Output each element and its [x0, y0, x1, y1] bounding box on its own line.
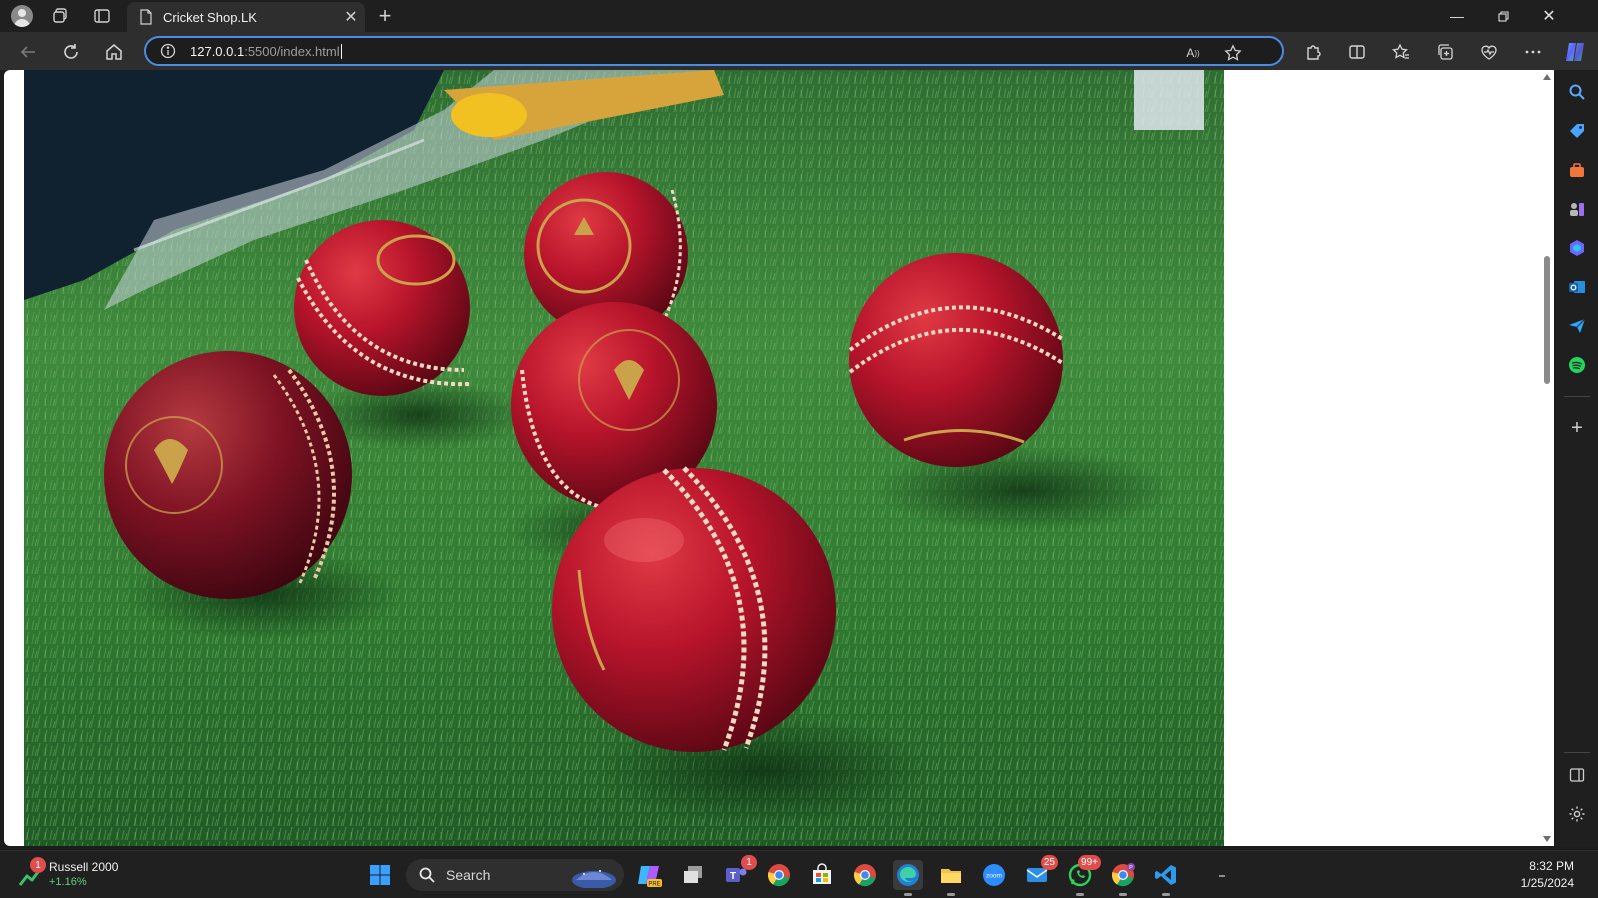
sidebar-divider — [1564, 396, 1590, 397]
extensions-icon[interactable] — [1300, 39, 1326, 65]
search-icon[interactable] — [1565, 80, 1589, 104]
microsoft-365-icon[interactable] — [1565, 236, 1589, 260]
edge-browser-icon[interactable] — [893, 860, 923, 896]
whatsapp-icon[interactable]: 99+ — [1065, 855, 1101, 896]
address-bar[interactable]: 127.0.0.1:5500/index.html A)) — [144, 36, 1284, 66]
games-icon[interactable] — [1565, 197, 1589, 221]
zoom-icon[interactable]: zoom — [979, 860, 1009, 890]
svg-text:T: T — [730, 871, 736, 882]
search-label: Search — [446, 867, 491, 883]
new-tab-icon[interactable]: + — [373, 3, 397, 28]
profile-icon[interactable] — [10, 4, 34, 28]
tools-icon[interactable] — [1565, 158, 1589, 182]
favorite-star-icon[interactable] — [1222, 42, 1244, 64]
edge-sidebar: + — [1556, 70, 1598, 846]
browser-titlebar: Cricket Shop.LK ✕ + — ✕ — [0, 0, 1598, 32]
running-indicator — [1162, 893, 1170, 896]
windows-taskbar: 1 Russell 2000 +1.16% Search PRE T 1 zoo… — [0, 850, 1598, 898]
collections-icon[interactable] — [1432, 39, 1458, 65]
clock-time: 8:32 PM — [1529, 859, 1574, 873]
whatsapp-badge: 99+ — [1078, 855, 1101, 870]
search-highlight-art — [572, 870, 616, 888]
tab-actions-icon[interactable] — [90, 4, 114, 28]
system-clock[interactable]: 8:32 PM 1/25/2024 — [1521, 858, 1574, 892]
hide-sidebar-icon[interactable] — [1565, 763, 1589, 787]
hero-image — [24, 70, 1224, 846]
restore-button[interactable] — [1480, 0, 1526, 32]
favorites-icon[interactable] — [1388, 39, 1414, 65]
chrome-profile-p-icon[interactable]: P — [1108, 860, 1138, 896]
svg-text:zoom: zoom — [986, 873, 1002, 880]
split-screen-icon[interactable] — [1344, 39, 1370, 65]
read-aloud-icon[interactable]: A)) — [1182, 42, 1204, 64]
mail-badge: 25 — [1040, 855, 1058, 870]
taskbar-search[interactable]: Search — [406, 859, 624, 891]
scroll-up-arrow[interactable] — [1543, 74, 1551, 80]
teams-badge: 1 — [741, 855, 757, 870]
active-app-indicator — [904, 893, 912, 896]
scroll-down-arrow[interactable] — [1543, 836, 1551, 842]
tray-overflow-indicator[interactable] — [1219, 875, 1225, 877]
stocks-widget[interactable]: 1 Russell 2000 +1.16% — [18, 857, 138, 893]
tab-close-icon[interactable]: ✕ — [337, 7, 365, 27]
vscode-icon[interactable] — [1151, 860, 1181, 896]
svg-text:PRE: PRE — [648, 882, 660, 888]
microsoft-store-icon[interactable] — [807, 860, 837, 890]
home-icon[interactable] — [101, 39, 127, 65]
search-icon — [419, 867, 435, 883]
back-icon[interactable] — [15, 39, 41, 65]
scroll-thumb[interactable] — [1544, 256, 1550, 384]
running-indicator — [947, 893, 955, 896]
copilot-icon[interactable] — [1562, 39, 1588, 65]
chrome-profile-icon[interactable] — [850, 860, 880, 890]
tab-title: Cricket Shop.LK — [163, 9, 257, 25]
page-icon — [140, 9, 152, 25]
settings-gear-icon[interactable] — [1565, 802, 1589, 826]
spotify-icon[interactable] — [1565, 353, 1589, 377]
page-viewport — [4, 70, 1554, 846]
shopping-tag-icon[interactable] — [1565, 119, 1589, 143]
text-caret — [340, 43, 342, 59]
browser-essentials-icon[interactable] — [1476, 39, 1502, 65]
telegram-send-icon[interactable] — [1565, 314, 1589, 338]
running-indicator — [1119, 893, 1127, 896]
more-icon[interactable] — [1520, 39, 1546, 65]
sidebar-divider — [1564, 752, 1590, 753]
page-scrollbar[interactable] — [1540, 70, 1554, 846]
close-window-button[interactable]: ✕ — [1526, 0, 1572, 32]
running-indicator — [1076, 893, 1084, 896]
teams-icon[interactable]: T 1 — [721, 855, 757, 890]
widget-change: +1.16% — [49, 876, 87, 888]
url-path: :5500/index.html — [244, 43, 340, 59]
workspaces-icon[interactable] — [48, 4, 72, 28]
url-host: 127.0.0.1 — [190, 43, 245, 59]
start-windows-icon[interactable] — [365, 860, 395, 890]
outlook-icon[interactable] — [1565, 275, 1589, 299]
site-info-icon[interactable] — [160, 43, 176, 59]
task-view-icon[interactable] — [678, 860, 708, 890]
refresh-icon[interactable] — [58, 39, 84, 65]
svg-text:P: P — [1129, 865, 1133, 871]
tab-cricket-shop[interactable]: Cricket Shop.LK ✕ — [127, 2, 365, 32]
minimize-button[interactable]: — — [1434, 0, 1480, 32]
chrome-icon[interactable] — [764, 860, 794, 890]
widget-name: Russell 2000 — [49, 860, 119, 874]
file-explorer-icon[interactable] — [936, 860, 966, 896]
clock-date: 1/25/2024 — [1520, 876, 1574, 890]
copilot-pre-icon[interactable]: PRE — [635, 860, 665, 890]
add-icon[interactable]: + — [1565, 416, 1589, 440]
widget-badge: 1 — [30, 857, 46, 873]
browser-toolbar: 127.0.0.1:5500/index.html A)) — [0, 32, 1598, 70]
mail-icon[interactable]: 25 — [1022, 855, 1058, 890]
